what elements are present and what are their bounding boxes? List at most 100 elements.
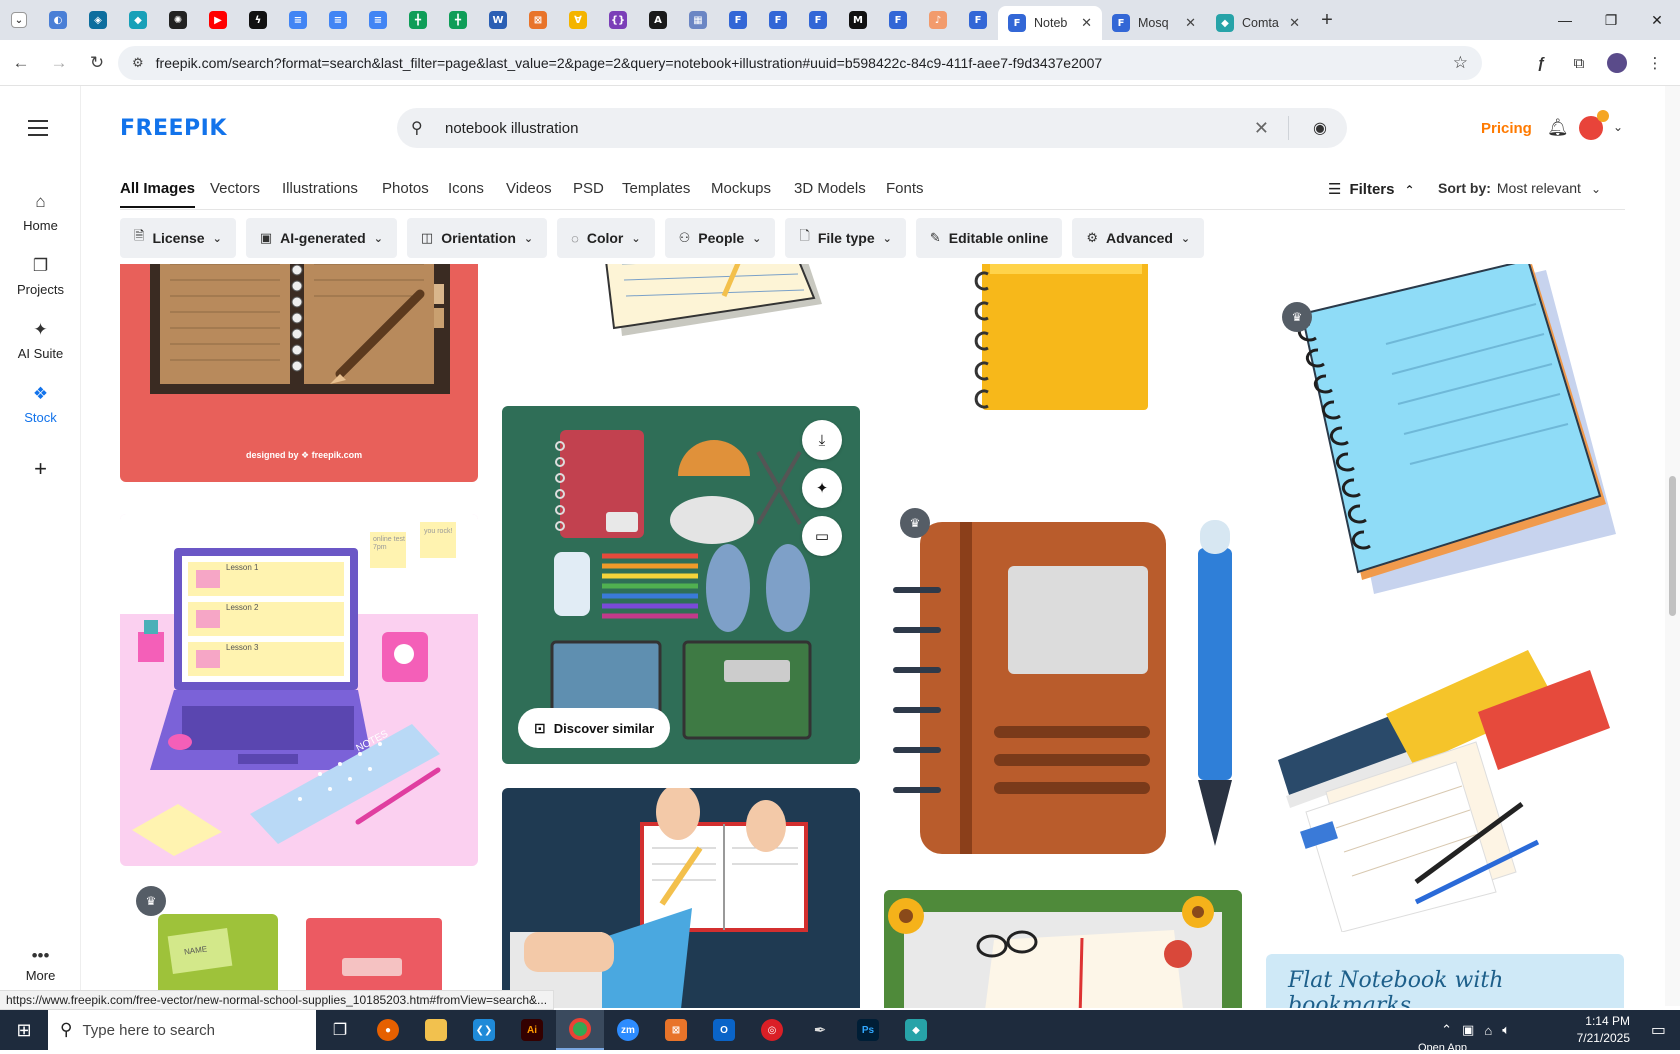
pinned-tab[interactable]: ≡ [358, 3, 398, 37]
pinned-tab[interactable]: ϟ [238, 3, 278, 37]
browser-menu-icon[interactable]: ⋮ [1640, 46, 1670, 80]
vscode-icon[interactable]: ❮❯ [460, 1010, 508, 1050]
result-card[interactable]: designed by ❖ freepik.com [120, 264, 478, 482]
close-icon[interactable]: ✕ [1289, 15, 1300, 31]
tray-chevron-up-icon[interactable]: ⌃ [1441, 1022, 1452, 1038]
chevron-down-icon[interactable]: ⌄ [1613, 120, 1623, 134]
pinned-tab[interactable]: ▦ [678, 3, 718, 37]
pinned-tab[interactable]: ≡ [278, 3, 318, 37]
pinned-tab[interactable]: ✺ [158, 3, 198, 37]
zoom-icon[interactable]: zm [604, 1010, 652, 1050]
creative-cloud-icon[interactable]: ◎ [748, 1010, 796, 1050]
tab-icons[interactable]: Icons [448, 180, 484, 197]
pinned-tab[interactable]: ▶ [198, 3, 238, 37]
close-icon[interactable]: ✕ [1081, 15, 1092, 31]
pinned-tab[interactable]: ◐ [38, 3, 78, 37]
discover-similar-button[interactable]: ⊡ Discover similar [518, 708, 671, 748]
nav-home[interactable]: ⌂ Home [0, 192, 81, 233]
ai-edit-icon[interactable]: ✦ [802, 468, 842, 508]
windows-start-icon[interactable]: ⊞ [0, 1010, 48, 1050]
filters-toggle-button[interactable]: ☰ Filters ⌃ [1328, 180, 1415, 198]
camera-search-icon[interactable]: ◉ [1313, 118, 1327, 138]
editable-online-filter[interactable]: ✎ Editable online [915, 218, 1063, 258]
nav-more[interactable]: ••• More [0, 946, 81, 983]
task-view-icon[interactable]: ❐ [316, 1010, 364, 1050]
omnibox[interactable]: ⚙ freepik.com/search?format=search&last_… [118, 46, 1482, 80]
result-card[interactable]: Lesson 1 Lesson 2 Lesson 3 online test 7… [120, 514, 478, 866]
pinned-tab[interactable]: ♪ [918, 3, 958, 37]
new-tab-button[interactable]: + [1310, 9, 1344, 32]
chrome-icon[interactable] [556, 1010, 604, 1050]
illustrator-icon[interactable]: Ai [508, 1010, 556, 1050]
volume-icon[interactable]: 🔈︎ [1502, 1022, 1510, 1038]
result-card[interactable] [884, 890, 1242, 1008]
page-scrollbar[interactable] [1665, 86, 1680, 1006]
file-explorer-icon[interactable] [412, 1010, 460, 1050]
tab-fonts[interactable]: Fonts [886, 180, 924, 197]
outlook-icon[interactable]: O [700, 1010, 748, 1050]
result-card[interactable]: ♛ [884, 504, 1242, 864]
result-card[interactable] [502, 788, 860, 1008]
taskbar-clock[interactable]: 1:14 PM 7/21/2025 [1577, 1013, 1630, 1047]
add-button[interactable]: + [0, 456, 81, 482]
tab-mosq[interactable]: F Mosq ✕ [1102, 6, 1206, 40]
pinned-tab[interactable]: F [798, 3, 838, 37]
tab-videos[interactable]: Videos [506, 180, 552, 197]
sort-dropdown[interactable]: Sort by: Most relevant ⌄ [1438, 180, 1601, 196]
back-arrow-icon[interactable]: ← [4, 46, 38, 80]
taskbar-search[interactable]: ⚲ Type here to search [48, 1010, 316, 1050]
window-close-icon[interactable]: ✕ [1634, 0, 1680, 40]
pinned-tab[interactable]: ╋ [438, 3, 478, 37]
search-input[interactable] [445, 119, 1245, 137]
result-card[interactable]: Flat Notebook with bookmarks [1266, 954, 1624, 1008]
tab-all-images[interactable]: All Images [120, 180, 196, 208]
bookmark-star-icon[interactable]: ☆ [1453, 53, 1468, 73]
pen-tool-icon[interactable]: ✒ [796, 1010, 844, 1050]
pinned-tab[interactable]: ⊠ [518, 3, 558, 37]
forward-arrow-icon[interactable]: → [42, 46, 76, 80]
reload-icon[interactable]: ↻ [80, 46, 114, 80]
tab-illustrations[interactable]: Illustrations [282, 180, 358, 197]
pinned-tab[interactable]: ╋ [398, 3, 438, 37]
color-filter[interactable]: ◌ Color ⌄ [557, 218, 655, 258]
app-orange-icon[interactable]: ⊠ [652, 1010, 700, 1050]
pinned-tab[interactable]: F [758, 3, 798, 37]
user-avatar[interactable] [1579, 110, 1609, 140]
extension-f-icon[interactable]: ƒ [1526, 46, 1556, 80]
minimize-icon[interactable]: — [1542, 0, 1588, 40]
photoshop-icon[interactable]: Ps [844, 1010, 892, 1050]
nav-ai-suite[interactable]: ✦ AI Suite [0, 320, 81, 361]
orientation-filter[interactable]: ◫ Orientation ⌄ [406, 218, 548, 258]
tab-search-button[interactable]: ⌄ [0, 0, 38, 40]
extensions-puzzle-icon[interactable]: ⧉ [1564, 46, 1594, 80]
tab-3d-models[interactable]: 3D Models [794, 180, 866, 197]
pricing-link[interactable]: Pricing [1481, 120, 1532, 137]
pinned-tab[interactable]: ◈ [78, 3, 118, 37]
firefox-icon[interactable]: ● [364, 1010, 412, 1050]
pinned-tab[interactable]: F [878, 3, 918, 37]
ai-generated-filter[interactable]: ▣ AI-generated ⌄ [245, 218, 397, 258]
pinned-tab[interactable]: {} [598, 3, 638, 37]
pinned-tab[interactable]: ≡ [318, 3, 358, 37]
result-card-hovered[interactable]: ⤓ ✦ ▭ ⊡ Discover similar [502, 406, 860, 764]
pinned-tab[interactable]: M [838, 3, 878, 37]
nav-stock[interactable]: ❖ Stock [0, 384, 81, 425]
tab-psd[interactable]: PSD [573, 180, 604, 197]
pinned-tab[interactable]: F [718, 3, 758, 37]
people-filter[interactable]: ⚇ People ⌄ [664, 218, 776, 258]
bell-icon[interactable]: 🔔︎ [1547, 118, 1569, 138]
tab-mockups[interactable]: Mockups [711, 180, 771, 197]
file-type-filter[interactable]: 🗋 File type ⌄ [785, 218, 906, 258]
close-icon[interactable]: ✕ [1185, 15, 1196, 31]
advanced-filter[interactable]: ⚙ Advanced ⌄ [1072, 218, 1205, 258]
result-card[interactable]: NAME ♛ [120, 878, 478, 1008]
pinned-tab[interactable]: F [958, 3, 998, 37]
app-teal-icon[interactable]: ◆ [892, 1010, 940, 1050]
result-card[interactable] [884, 264, 1242, 420]
notification-icon[interactable]: ▭ [1651, 1020, 1666, 1040]
pinned-tab[interactable]: ∀ [558, 3, 598, 37]
pinned-tab[interactable]: A [638, 3, 678, 37]
result-card[interactable] [1266, 642, 1624, 932]
tab-templates[interactable]: Templates [622, 180, 690, 197]
pinned-tab[interactable]: ◆ [118, 3, 158, 37]
